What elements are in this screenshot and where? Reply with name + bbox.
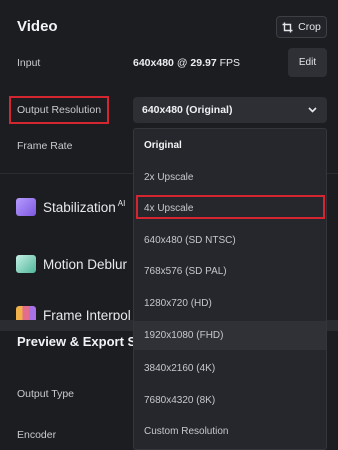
dropdown-option-custom[interactable]: Custom Resolution: [134, 417, 326, 446]
input-label: Input: [17, 57, 41, 69]
crop-icon: [282, 22, 293, 32]
output-resolution-value: 640x480 (Original): [142, 104, 233, 116]
crop-label: Crop: [298, 21, 321, 33]
output-resolution-dropdown: Original 2x Upscale 4x Upscale 640x480 (…: [133, 128, 327, 450]
dropdown-option-2x-upscale[interactable]: 2x Upscale: [134, 163, 326, 192]
chevron-down-icon: [308, 107, 317, 113]
input-fps-value: 29.97: [190, 57, 217, 69]
dropdown-option-original[interactable]: Original: [134, 131, 326, 160]
input-value: 640x480 @ 29.97 FPS: [133, 57, 240, 69]
dropdown-option-1280x720[interactable]: 1280x720 (HD): [134, 289, 326, 318]
output-resolution-select[interactable]: 640x480 (Original): [133, 97, 327, 123]
frame-rate-label: Frame Rate: [17, 140, 73, 152]
dropdown-option-7680x4320[interactable]: 7680x4320 (8K): [134, 386, 326, 415]
stabilization-section[interactable]: Stabilization AI: [16, 198, 125, 216]
stabilization-label: Stabilization: [43, 199, 116, 215]
dropdown-option-640x480[interactable]: 640x480 (SD NTSC): [134, 226, 326, 255]
ai-badge: AI: [117, 198, 126, 208]
crop-button[interactable]: Crop: [276, 16, 327, 38]
motion-deblur-label: Motion Deblur: [43, 256, 128, 272]
edit-button[interactable]: Edit: [288, 48, 327, 77]
input-at: @: [176, 57, 188, 69]
dropdown-option-3840x2160[interactable]: 3840x2160 (4K): [134, 354, 326, 383]
preview-export-title: Preview & Export S: [17, 334, 137, 349]
output-resolution-highlight-box: [9, 96, 109, 124]
dropdown-option-768x576[interactable]: 768x576 (SD PAL): [134, 257, 326, 286]
input-resolution: 640x480: [133, 57, 174, 69]
motion-deblur-section[interactable]: Motion Deblur: [16, 255, 127, 273]
dropdown-option-1920x1080[interactable]: 1920x1080 (FHD): [134, 321, 326, 350]
output-type-label: Output Type: [17, 388, 75, 400]
input-fps-unit: FPS: [219, 57, 241, 69]
motion-deblur-icon: [16, 255, 36, 273]
encoder-label: Encoder: [17, 429, 57, 441]
stabilization-icon: [16, 198, 36, 216]
video-section-title: Video: [17, 18, 58, 35]
4x-upscale-highlight-box: [136, 195, 325, 219]
